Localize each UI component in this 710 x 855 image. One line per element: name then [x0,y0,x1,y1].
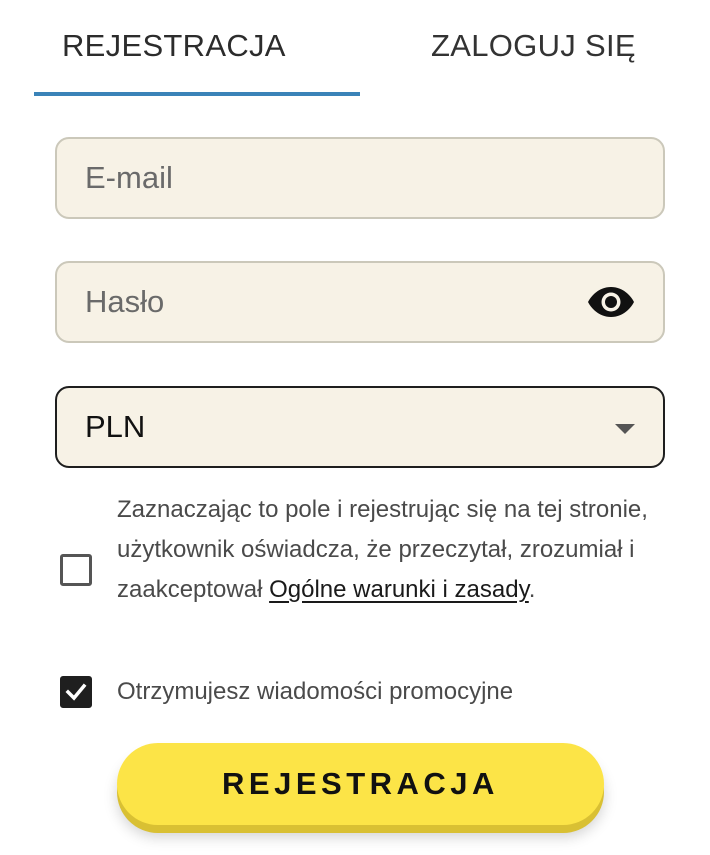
currency-selected-value: PLN [85,409,146,444]
currency-select[interactable]: PLN [55,386,665,468]
promo-checkbox[interactable] [60,676,92,708]
checkmark-icon [65,683,87,701]
chevron-down-icon [615,424,635,434]
password-input[interactable] [85,284,635,320]
terms-text-after: . [528,576,536,603]
password-field-container [55,261,665,343]
terms-link[interactable]: Ogólne warunki i zasady [269,576,529,603]
registration-page: REJESTRACJA ZALOGUJ SIĘ PLN Zaznaczając … [0,0,710,855]
email-input[interactable] [85,160,635,196]
tab-register[interactable]: REJESTRACJA [62,28,286,68]
tab-login[interactable]: ZALOGUJ SIĘ [431,28,636,68]
eye-icon[interactable] [587,285,635,319]
auth-tabs: REJESTRACJA ZALOGUJ SIĘ [0,0,710,100]
terms-text: Zaznaczając to pole i rejestrując się na… [117,490,687,610]
terms-checkbox[interactable] [60,554,92,586]
email-field-container [55,137,665,219]
promo-label: Otrzymujesz wiadomości promocyjne [117,678,514,705]
active-tab-indicator [34,92,360,96]
register-button[interactable]: REJESTRACJA [117,743,604,825]
